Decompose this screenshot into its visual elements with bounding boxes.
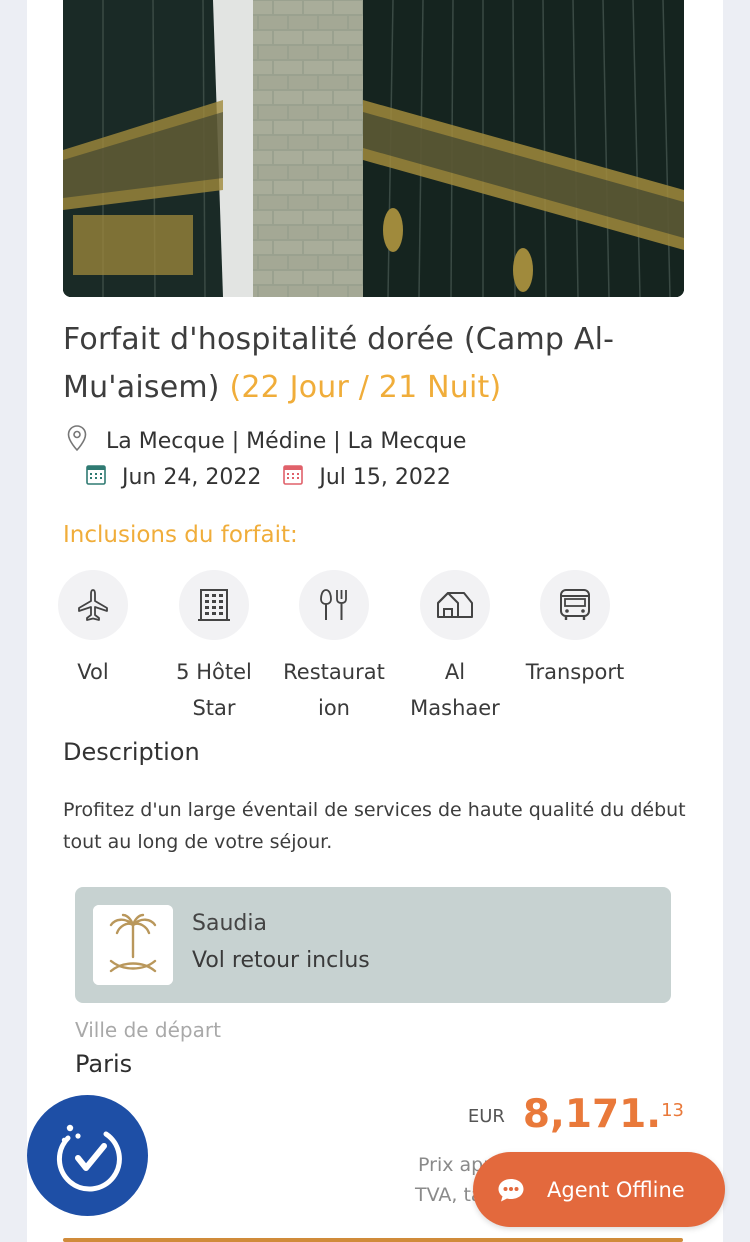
tent-icon bbox=[420, 570, 490, 640]
price-decimals: 13 bbox=[661, 1100, 684, 1121]
inclusion-label-line2: ion bbox=[318, 696, 350, 720]
price: EUR 8,171. 13 bbox=[468, 1092, 684, 1142]
inclusion-hotel: 5 Hôtel Star bbox=[154, 570, 274, 726]
package-hero-image bbox=[63, 0, 684, 297]
price-amount: 8,171. bbox=[522, 1092, 662, 1137]
accessibility-icon bbox=[48, 1114, 128, 1198]
calendar-end-icon bbox=[283, 463, 304, 491]
plane-icon bbox=[58, 570, 128, 640]
package-duration: (22 Jour / 21 Nuit) bbox=[229, 370, 502, 405]
inclusion-al-mashaer: Al Mashaer bbox=[395, 570, 515, 726]
agent-offline-button[interactable]: Agent Offline bbox=[473, 1152, 725, 1227]
airline-name: Saudia bbox=[192, 911, 267, 936]
inclusion-transport: Transport bbox=[515, 570, 635, 690]
book-button-edge[interactable] bbox=[63, 1238, 683, 1242]
package-title: Forfait d'hospitalité dorée (Camp Al-Mu'… bbox=[63, 316, 683, 412]
inclusion-label: Al bbox=[444, 660, 466, 684]
inclusion-flight: Vol bbox=[33, 570, 153, 690]
calendar-start-icon bbox=[86, 463, 106, 491]
airline-card: Saudia Vol retour inclus bbox=[75, 887, 671, 1003]
inclusion-label: Restaurat bbox=[283, 660, 385, 684]
inclusion-label: Vol bbox=[77, 660, 109, 684]
fork-knife-icon bbox=[299, 570, 369, 640]
inclusion-label: Transport bbox=[525, 660, 625, 684]
location-pin-icon bbox=[66, 424, 88, 458]
start-date: Jun 24, 2022 bbox=[122, 464, 262, 490]
agent-offline-label: Agent Offline bbox=[547, 1177, 685, 1202]
hotel-building-icon bbox=[179, 570, 249, 640]
chat-bubble-icon bbox=[497, 1177, 525, 1203]
description-heading: Description bbox=[63, 738, 200, 766]
departure-city: Paris bbox=[75, 1050, 133, 1078]
bus-icon bbox=[540, 570, 610, 640]
price-currency: EUR bbox=[467, 1106, 505, 1127]
airline-subtitle: Vol retour inclus bbox=[192, 948, 370, 973]
description-text: Profitez d'un large éventail de services… bbox=[63, 799, 686, 853]
accessibility-button[interactable] bbox=[27, 1095, 148, 1216]
departure-label: Ville de départ bbox=[75, 1018, 221, 1042]
route-row: La Mecque | Médine | La Mecque bbox=[66, 424, 466, 458]
inclusion-label: 5 Hôtel bbox=[176, 660, 252, 684]
inclusion-label-line2: Star bbox=[192, 696, 236, 720]
inclusion-restaurant: Restaurat ion bbox=[274, 570, 394, 726]
route-text: La Mecque | Médine | La Mecque bbox=[106, 428, 467, 454]
saudia-logo bbox=[93, 905, 173, 985]
end-date: Jul 15, 2022 bbox=[319, 464, 451, 490]
inclusion-label-line2: Mashaer bbox=[410, 696, 500, 720]
dates-row: Jun 24, 2022 Jul 15, 2022 bbox=[86, 460, 451, 494]
inclusions-heading: Inclusions du forfait: bbox=[63, 522, 298, 548]
